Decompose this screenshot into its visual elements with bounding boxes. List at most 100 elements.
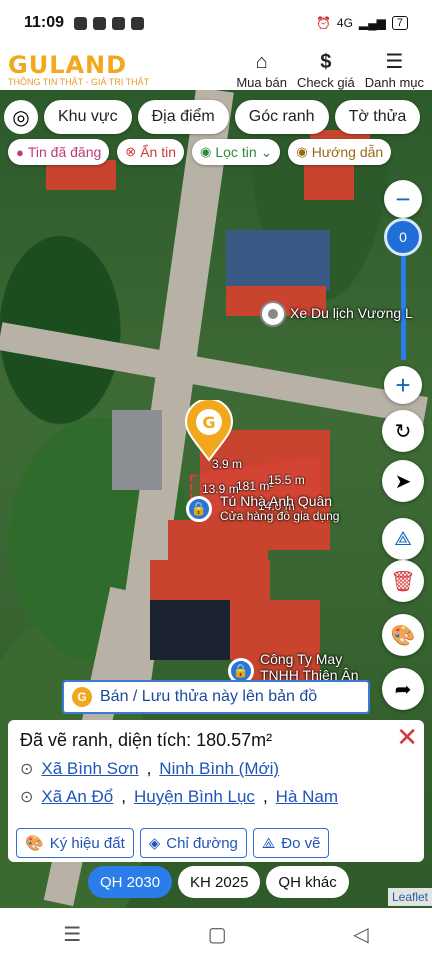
- zoom-level[interactable]: 0: [384, 218, 422, 256]
- pill-dia-diem[interactable]: Địa điểm: [137, 100, 229, 134]
- province-link[interactable]: Ninh Bình (Mới): [159, 759, 279, 779]
- nav-label: Danh mục: [364, 74, 424, 90]
- building: [226, 230, 330, 290]
- tab-qh-2030[interactable]: QH 2030: [88, 866, 173, 898]
- locate-button[interactable]: ◎: [4, 100, 38, 134]
- delete-button[interactable]: 🗑: [382, 560, 424, 602]
- share-button[interactable]: ➦: [382, 668, 424, 710]
- nav-label: Check giá: [296, 74, 355, 90]
- poi-label: Xe Du lịch Vương L: [290, 305, 413, 321]
- pill-to-thua[interactable]: Tờ thửa: [334, 100, 421, 134]
- direction-icon: ◈: [148, 835, 161, 852]
- guide-icon: ◉: [296, 144, 308, 159]
- poi-label: Công Ty May: [260, 651, 343, 667]
- poi-label: Tú Nhà Anh Quân: [220, 493, 333, 509]
- notification-icon: [74, 16, 88, 30]
- zoom-in-button[interactable]: +: [384, 366, 422, 404]
- land-symbol-button[interactable]: 🎨 Ký hiệu đất: [16, 828, 134, 858]
- building: [112, 410, 162, 490]
- post-icon: ●: [16, 144, 24, 160]
- planning-tabs: QH 2030 KH 2025 QH khác: [88, 866, 349, 898]
- system-nav: ☰ ▢ ◁: [0, 908, 432, 960]
- location-pin-icon: ⊙: [20, 789, 34, 806]
- filter-row: ◎ Khu vực Địa điểm Góc ranh Tờ thửa: [4, 100, 421, 134]
- dollar-icon: $: [320, 50, 332, 73]
- chip-row: ● Tin đã đăng ⊗ Ẩn tin ◉ Lọc tin ⌄ ◉ Hướ…: [8, 139, 392, 165]
- action-label: Ký hiệu đất: [49, 834, 125, 852]
- commune-link[interactable]: Xã An Đổ: [41, 787, 113, 807]
- pill-goc-ranh[interactable]: Góc ranh: [234, 100, 329, 134]
- zoom-control: − 0 +: [384, 180, 424, 404]
- guland-marker-icon[interactable]: G: [184, 400, 234, 462]
- action-label: Chỉ đường: [166, 834, 238, 852]
- nav-danh-muc[interactable]: ☰ Danh mục: [365, 51, 424, 90]
- logo-tagline: THÔNG TIN THẬT - GIÁ TRỊ THẬT: [8, 76, 150, 87]
- chip-label: Lọc tin: [215, 144, 257, 160]
- parcel-area-title: Đã vẽ ranh, diện tích: 180.57m²: [20, 730, 273, 750]
- house-icon: ⌂: [255, 50, 268, 73]
- poi-pin[interactable]: [260, 301, 286, 327]
- province-link[interactable]: Hà Nam: [276, 787, 338, 807]
- nav-mua-ban[interactable]: ⌂ Mua bán: [236, 51, 287, 90]
- chevron-down-icon: ⌄: [260, 143, 273, 160]
- poi-label: Cửa hàng đồ gia dụng: [220, 509, 340, 523]
- back-icon[interactable]: ◁: [353, 922, 368, 947]
- chip-label: Tin đã đăng: [27, 144, 102, 160]
- address-old: ⊙ Xã An Đổ, Huyện Bình Lục, Hà Nam: [20, 787, 339, 807]
- building: [304, 160, 354, 200]
- close-icon[interactable]: ✕: [396, 722, 418, 753]
- trash-icon: 🗑: [390, 570, 416, 593]
- share-icon: ➦: [394, 678, 412, 701]
- tab-kh-2025[interactable]: KH 2025: [178, 866, 261, 898]
- crosshair-icon: ◎: [12, 106, 30, 129]
- shop-pin[interactable]: 🔒: [186, 496, 212, 522]
- building: [150, 600, 230, 660]
- refresh-button[interactable]: ↻: [382, 410, 424, 452]
- clock: 11:09: [24, 14, 65, 31]
- layer-style-button[interactable]: 🎨: [382, 614, 424, 656]
- guland-icon: G: [72, 687, 92, 707]
- refresh-icon: ↻: [394, 420, 412, 443]
- chip-label: Hướng dẫn: [311, 144, 384, 160]
- signal-icon: ▂▄▆: [358, 16, 386, 30]
- measure-draw-button[interactable]: ⟁ Đo vẽ: [252, 828, 330, 858]
- svg-text:G: G: [202, 413, 215, 432]
- tab-qh-khac[interactable]: QH khác: [266, 866, 349, 898]
- directions-button[interactable]: ◈ Chỉ đường: [139, 828, 247, 858]
- panel-actions: 🎨 Ký hiệu đất ◈ Chỉ đường ⟁ Đo vẽ: [16, 828, 330, 858]
- banner-label: Bán / Lưu thửa này lên bản đồ: [100, 688, 318, 705]
- zoom-out-button[interactable]: −: [384, 180, 422, 218]
- commune-link[interactable]: Xã Bình Sơn: [41, 759, 138, 779]
- network-label: 4G: [336, 16, 353, 30]
- notification-icon: [93, 16, 107, 30]
- palette-icon: 🎨: [390, 624, 416, 647]
- app-header: GULAND THÔNG TIN THẬT - GIÁ TRỊ THẬT ⌂ M…: [0, 46, 432, 94]
- measure-button[interactable]: ⟁: [382, 518, 424, 560]
- status-bar: 11:09 ⏰ 4G ▂▄▆ 7: [0, 0, 432, 46]
- logo[interactable]: GULAND THÔNG TIN THẬT - GIÁ TRỊ THẬT: [8, 53, 149, 88]
- address-new: ⊙ Xã Bình Sơn, Ninh Bình (Mới): [20, 759, 280, 779]
- map-attribution[interactable]: Leaflet: [387, 888, 432, 906]
- chip-huong-dan[interactable]: ◉ Hướng dẫn: [288, 139, 392, 165]
- chip-loc-tin[interactable]: ◉ Lọc tin ⌄: [192, 139, 281, 165]
- notification-icon: [131, 16, 145, 30]
- home-icon[interactable]: ▢: [208, 922, 227, 947]
- pill-khu-vuc[interactable]: Khu vực: [44, 100, 132, 134]
- parcel-info-panel: Đã vẽ ranh, diện tích: 180.57m² ✕ ⊙ Xã B…: [8, 720, 424, 862]
- nav-check-gia[interactable]: $ Check giá: [297, 51, 355, 90]
- notification-icon: [112, 16, 126, 30]
- logo-text: GULAND: [8, 50, 128, 79]
- chip-tin-da-dang[interactable]: ● Tin đã đăng: [8, 139, 110, 165]
- nav-label: Mua bán: [236, 74, 287, 90]
- compass-icon: ⟁: [261, 834, 276, 852]
- palette-icon: 🎨: [25, 835, 44, 852]
- chip-an-tin[interactable]: ⊗ Ẩn tin: [117, 139, 185, 165]
- district-link[interactable]: Huyện Bình Lục: [134, 787, 255, 807]
- navigate-button[interactable]: ➤: [382, 460, 424, 502]
- dimension-label: 3.9 m: [212, 457, 243, 471]
- alarm-icon: ⏰: [315, 16, 331, 30]
- navigation-arrow-icon: ➤: [394, 470, 412, 493]
- save-parcel-banner[interactable]: G Bán / Lưu thửa này lên bản đồ: [62, 680, 370, 714]
- recent-apps-icon[interactable]: ☰: [63, 922, 81, 947]
- compass-icon: ⟁: [394, 527, 412, 550]
